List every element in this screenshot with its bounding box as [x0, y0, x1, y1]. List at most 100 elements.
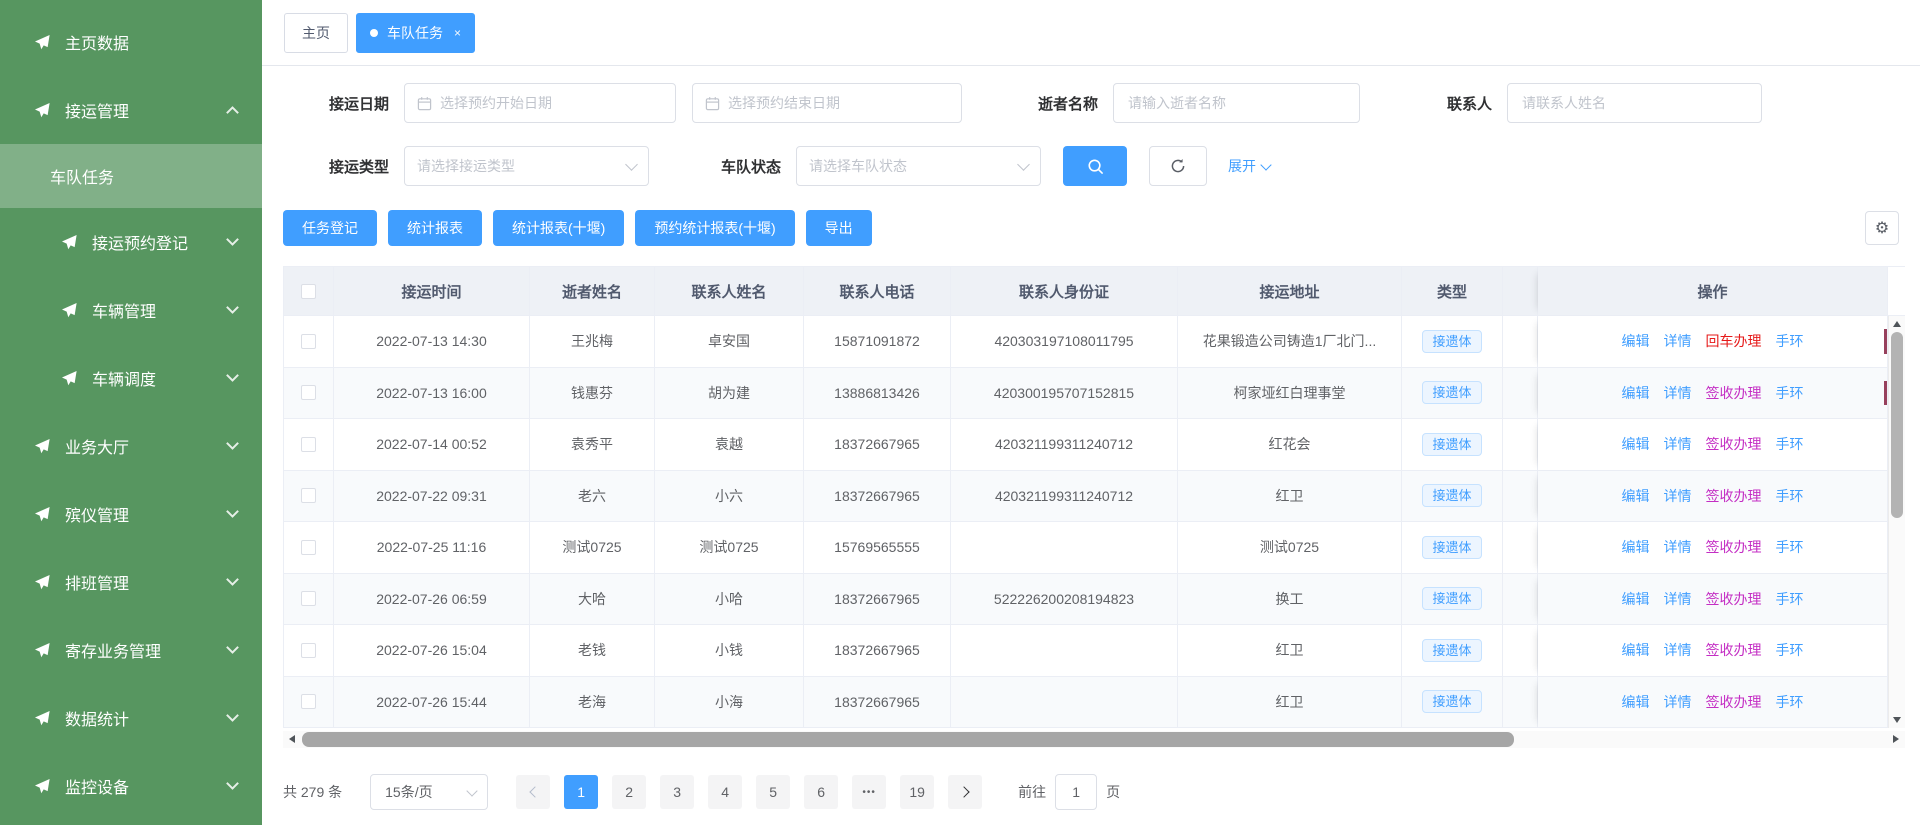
detail-link[interactable]: 详情	[1664, 589, 1692, 609]
wristband-link[interactable]: 手环	[1776, 383, 1804, 403]
goto-page-input[interactable]	[1055, 774, 1097, 810]
horizontal-scrollbar-thumb[interactable]	[302, 732, 1514, 747]
page-button-19[interactable]: 19	[900, 775, 934, 809]
row-checkbox[interactable]	[301, 437, 316, 452]
header-operation: 操作	[1538, 267, 1888, 316]
page-button-3[interactable]: 3	[660, 775, 694, 809]
wristband-link[interactable]: 手环	[1776, 434, 1804, 454]
wristband-link[interactable]: 手环	[1776, 486, 1804, 506]
sidebar-item-business-hall[interactable]: 业务大厅	[0, 412, 262, 480]
sidebar-item-storage-management[interactable]: 寄存业务管理	[0, 616, 262, 684]
edit-link[interactable]: 编辑	[1622, 589, 1650, 609]
reservation-stats-report-shiyan-button[interactable]: 预约统计报表(十堰)	[635, 210, 794, 246]
edit-link[interactable]: 编辑	[1622, 383, 1650, 403]
deceased-name-input[interactable]	[1113, 83, 1360, 123]
sidebar-item-pickup-reservation[interactable]: 接运预约登记	[0, 208, 262, 276]
page-button-1[interactable]: 1	[564, 775, 598, 809]
row-checkbox[interactable]	[301, 643, 316, 658]
page-button-5[interactable]: 5	[756, 775, 790, 809]
cell-operation: 编辑 详情 签收办理 手环	[1538, 625, 1888, 677]
row-checkbox-cell	[284, 574, 334, 626]
expand-link[interactable]: 展开	[1228, 156, 1270, 176]
detail-link[interactable]: 详情	[1664, 331, 1692, 351]
process-link[interactable]: 签收办理	[1706, 589, 1762, 609]
settings-button[interactable]: ⚙	[1865, 211, 1899, 245]
pickup-type-select[interactable]: 请选择接运类型	[404, 146, 649, 186]
edit-link[interactable]: 编辑	[1622, 331, 1650, 351]
cell-operation: 编辑 详情 签收办理 手环	[1538, 471, 1888, 523]
sidebar-item-data-statistics[interactable]: 数据统计	[0, 684, 262, 752]
tab-close-icon[interactable]: ×	[454, 26, 461, 40]
process-link[interactable]: 签收办理	[1706, 537, 1762, 557]
process-link[interactable]: 签收办理	[1706, 434, 1762, 454]
edit-link[interactable]: 编辑	[1622, 486, 1650, 506]
prev-page-button[interactable]	[516, 775, 550, 809]
row-checkbox[interactable]	[301, 488, 316, 503]
date-end-input[interactable]: 选择预约结束日期	[692, 83, 962, 123]
row-checkbox[interactable]	[301, 694, 316, 709]
cell-contact-id-card	[951, 625, 1178, 677]
date-start-input[interactable]: 选择预约开始日期	[404, 83, 676, 123]
detail-link[interactable]: 详情	[1664, 537, 1692, 557]
task-register-button[interactable]: 任务登记	[283, 210, 377, 246]
process-link[interactable]: 签收办理	[1706, 640, 1762, 660]
search-button[interactable]	[1063, 146, 1127, 186]
page-button-4[interactable]: 4	[708, 775, 742, 809]
fleet-status-select[interactable]: 请选择车队状态	[796, 146, 1041, 186]
process-link[interactable]: 签收办理	[1706, 692, 1762, 712]
page-ellipsis[interactable]: •••	[852, 775, 886, 809]
page-button-6[interactable]: 6	[804, 775, 838, 809]
page-button-2[interactable]: 2	[612, 775, 646, 809]
wristband-link[interactable]: 手环	[1776, 589, 1804, 609]
sidebar-item-shift-management[interactable]: 排班管理	[0, 548, 262, 616]
edit-link[interactable]: 编辑	[1622, 434, 1650, 454]
process-link[interactable]: 回车办理	[1706, 331, 1762, 351]
edit-link[interactable]: 编辑	[1622, 692, 1650, 712]
cell-pickup-time: 2022-07-26 15:04	[334, 625, 530, 677]
sidebar-item-funeral-management[interactable]: 殡仪管理	[0, 480, 262, 548]
scroll-right-arrow-icon[interactable]	[1893, 735, 1899, 743]
detail-link[interactable]: 详情	[1664, 692, 1692, 712]
sidebar-item-vehicle-dispatch[interactable]: 车辆调度	[0, 344, 262, 412]
horizontal-scrollbar[interactable]	[283, 731, 1905, 748]
next-page-button[interactable]	[948, 775, 982, 809]
table-row: 2022-07-26 15:44 老海 小海 18372667965 红卫 接遗…	[284, 677, 1905, 729]
sidebar-item-vehicle-management[interactable]: 车辆管理	[0, 276, 262, 344]
sidebar-item-monitoring-devices[interactable]: 监控设备	[0, 752, 262, 820]
row-checkbox[interactable]	[301, 385, 316, 400]
row-checkbox[interactable]	[301, 591, 316, 606]
detail-link[interactable]: 详情	[1664, 486, 1692, 506]
chevron-down-icon	[226, 369, 239, 382]
scroll-left-arrow-icon[interactable]	[289, 735, 295, 743]
tab-fleet-task[interactable]: 车队任务 ×	[356, 13, 475, 53]
wristband-link[interactable]: 手环	[1776, 331, 1804, 351]
cell-operation: 编辑 详情 签收办理 手环	[1538, 522, 1888, 574]
sidebar-item-pickup-management[interactable]: 接运管理	[0, 76, 262, 144]
contact-input[interactable]	[1507, 83, 1762, 123]
process-link[interactable]: 签收办理	[1706, 486, 1762, 506]
select-all-checkbox[interactable]	[301, 284, 316, 299]
export-button[interactable]: 导出	[806, 210, 872, 246]
detail-link[interactable]: 详情	[1664, 383, 1692, 403]
stats-report-shiyan-button[interactable]: 统计报表(十堰)	[493, 210, 624, 246]
detail-link[interactable]: 详情	[1664, 434, 1692, 454]
edit-link[interactable]: 编辑	[1622, 537, 1650, 557]
scroll-up-arrow-icon[interactable]	[1893, 321, 1901, 327]
scroll-down-arrow-icon[interactable]	[1893, 717, 1901, 723]
row-checkbox[interactable]	[301, 334, 316, 349]
wristband-link[interactable]: 手环	[1776, 692, 1804, 712]
refresh-button[interactable]	[1149, 146, 1207, 186]
process-link[interactable]: 签收办理	[1706, 383, 1762, 403]
vertical-scrollbar[interactable]	[1888, 316, 1905, 728]
sidebar-item-fleet-task[interactable]: 车队任务	[0, 144, 262, 208]
wristband-link[interactable]: 手环	[1776, 537, 1804, 557]
row-checkbox[interactable]	[301, 540, 316, 555]
edit-link[interactable]: 编辑	[1622, 640, 1650, 660]
stats-report-button[interactable]: 统计报表	[388, 210, 482, 246]
vertical-scrollbar-thumb[interactable]	[1891, 332, 1903, 518]
tab-home[interactable]: 主页	[284, 13, 348, 53]
sidebar-item-home-data[interactable]: 主页数据	[0, 8, 262, 76]
detail-link[interactable]: 详情	[1664, 640, 1692, 660]
wristband-link[interactable]: 手环	[1776, 640, 1804, 660]
page-size-select[interactable]: 15条/页	[370, 774, 488, 810]
